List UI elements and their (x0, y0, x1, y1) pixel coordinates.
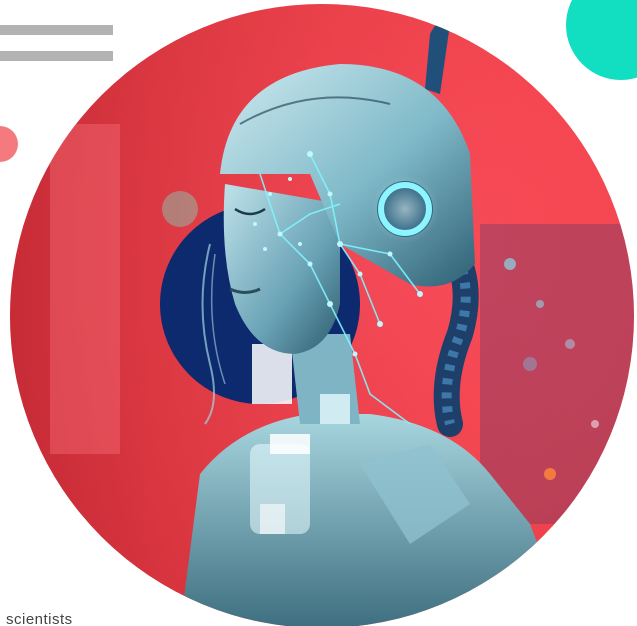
decor-bar-top (0, 25, 113, 35)
pink-circle-decoration (0, 126, 18, 162)
decor-bar-bottom (0, 51, 113, 61)
caption-text: scientists (6, 611, 73, 626)
hero-circle-image (10, 4, 634, 626)
robot-woman-portrait (10, 4, 634, 626)
page: scientists (0, 0, 637, 626)
teal-circle-decoration (566, 0, 637, 80)
